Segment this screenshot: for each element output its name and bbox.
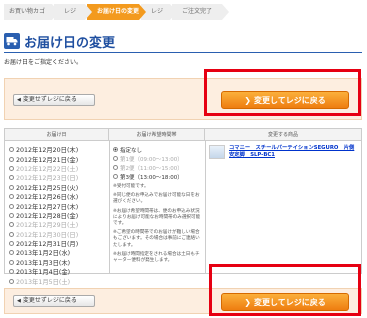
table-header: お届け日 お届け希望時間帯 変更する商品 bbox=[5, 129, 361, 141]
date-label: 2012年12月26日(水) bbox=[16, 194, 79, 202]
column-divider bbox=[109, 141, 110, 273]
date-option: 2012年12月22日(土) bbox=[9, 164, 109, 173]
date-radio[interactable] bbox=[9, 259, 14, 265]
date-option: 2012年12月30日(日) bbox=[9, 230, 109, 239]
chevron-left-icon: ◀ bbox=[17, 97, 21, 103]
date-option-list: 2012年12月20日(木) 2012年12月21日(金) 2012年12月22日(… bbox=[9, 145, 109, 286]
breadcrumb-delivery-date-current: お届け日の変更 bbox=[87, 4, 146, 20]
page-header: お届け日の変更 bbox=[4, 32, 116, 51]
date-label: 2012年12月28日(金) bbox=[16, 212, 79, 220]
date-option: 2012年12月23日(日) bbox=[9, 173, 109, 182]
date-label: 2012年12月25日(火) bbox=[16, 184, 79, 192]
date-radio[interactable] bbox=[9, 212, 14, 218]
date-radio bbox=[9, 278, 14, 284]
date-radio bbox=[9, 165, 14, 171]
date-option[interactable]: 2012年12月28日(金) bbox=[9, 211, 109, 220]
note-text: ※受付可能です。 bbox=[113, 184, 149, 189]
column-divider bbox=[205, 141, 206, 273]
delivery-notes: ※受付可能です。 ※同じ便のお申込みでお届け可能な日をお選びください。 ※お届け希望… bbox=[113, 184, 203, 267]
date-label: 2013年1月3日(木) bbox=[16, 259, 71, 267]
back-without-change-button[interactable]: ◀ 変更せずレジに戻る bbox=[13, 94, 95, 106]
product-item: コマニー スチールパーテイションSEGURO 片側安定脚 SLP-BC1 bbox=[209, 145, 357, 159]
date-radio[interactable] bbox=[9, 241, 14, 247]
breadcrumb-order-complete: ご注文完了 bbox=[172, 4, 229, 20]
date-option[interactable]: 2012年12月26日(水) bbox=[9, 192, 109, 201]
date-option[interactable]: 2012年12月27日(木) bbox=[9, 201, 109, 211]
note-text: ※お届け希望時間帯は、便のお申込み状況によりお届け可能なお時間帯のみ選択可能です… bbox=[113, 208, 201, 227]
instruction-text: お届け日をご指定ください。 bbox=[4, 59, 83, 66]
date-option[interactable]: 2013年1月2日(水) bbox=[9, 248, 109, 257]
date-option[interactable]: 2013年1月3日(木) bbox=[9, 258, 109, 267]
page-title: お届け日の変更 bbox=[24, 35, 116, 51]
note-text: ※お届け時間指定をされる場合は土日もチャーター便料が発生します。 bbox=[113, 251, 200, 264]
title-divider bbox=[4, 52, 362, 53]
date-option: 2013年1月5日(土) bbox=[9, 276, 109, 286]
date-label: 2013年1月4日(金) bbox=[16, 269, 71, 277]
date-option: 2012年12月29日(土) bbox=[9, 220, 109, 229]
time-slot-radio bbox=[113, 165, 118, 170]
date-label: 2012年12月21日(金) bbox=[16, 156, 79, 164]
note-text: ※同じ便のお申込みでお届け可能な日をお選びください。 bbox=[113, 193, 200, 205]
date-option[interactable]: 2012年12月20日(木) bbox=[9, 145, 109, 154]
highlight-box-bottom bbox=[209, 264, 361, 316]
date-label: 2013年1月2日(水) bbox=[16, 250, 71, 258]
back-button-label: 変更せずレジに戻る bbox=[22, 96, 77, 103]
time-slot-label: 第3便（13:00〜18:00） bbox=[120, 174, 183, 181]
header-time-slot: お届け希望時間帯 bbox=[109, 129, 205, 141]
time-slot-label: 指定なし bbox=[120, 147, 143, 154]
chevron-left-icon: ◀ bbox=[17, 298, 21, 304]
date-radio[interactable] bbox=[9, 203, 14, 209]
time-option-list: 指定なし第1便（09:00〜13:00） 第2便（11:00〜15:00） 第3便（… bbox=[113, 145, 205, 181]
date-option[interactable]: 2012年12月21日(金) bbox=[9, 154, 109, 164]
product-name-link[interactable]: コマニー スチールパーテイションSEGURO 片側安定脚 SLP-BC1 bbox=[229, 145, 357, 159]
date-label: 2012年12月27日(木) bbox=[16, 203, 79, 211]
date-label: 2012年12月30日(日) bbox=[16, 231, 79, 239]
date-radio bbox=[9, 222, 14, 228]
time-slot-radio[interactable] bbox=[113, 147, 118, 152]
header-product: 変更する商品 bbox=[267, 132, 298, 138]
highlight-box-top bbox=[204, 69, 361, 116]
note-text: ※ご希望の時間帯でのお届けが難しい場合もございます。その場合は事前にご連絡いたし… bbox=[113, 230, 200, 248]
date-radio[interactable] bbox=[9, 269, 14, 275]
time-slot-option: 第2便（11:00〜15:00） bbox=[113, 163, 205, 172]
back-button-label: 変更せずレジに戻る bbox=[22, 297, 77, 304]
date-option[interactable]: 2012年12月25日(火) bbox=[9, 183, 109, 192]
date-label: 2013年1月5日(土) bbox=[16, 278, 71, 286]
date-radio[interactable] bbox=[9, 250, 14, 256]
time-slot-label: 第1便（09:00〜13:00） bbox=[120, 156, 183, 163]
date-option[interactable]: 2012年12月31日(月) bbox=[9, 239, 109, 248]
date-label: 2012年12月29日(土) bbox=[16, 222, 79, 230]
date-radio[interactable] bbox=[9, 147, 14, 153]
date-label: 2012年12月23日(日) bbox=[16, 175, 79, 183]
time-slot-radio bbox=[113, 156, 118, 161]
back-without-change-button[interactable]: ◀ 変更せずレジに戻る bbox=[13, 295, 95, 307]
time-slot-option: 第1便（09:00〜13:00） bbox=[113, 154, 205, 163]
time-slot-option[interactable]: 指定なし bbox=[113, 145, 205, 154]
breadcrumb-cart: お買い物カゴ bbox=[4, 4, 59, 20]
time-slot-radio[interactable] bbox=[113, 174, 118, 179]
date-label: 2012年12月20日(木) bbox=[16, 147, 79, 155]
date-radio bbox=[9, 175, 14, 181]
time-slot-option[interactable]: 第3便（13:00〜18:00） bbox=[113, 172, 205, 181]
product-thumbnail[interactable] bbox=[209, 145, 225, 159]
date-radio[interactable] bbox=[9, 184, 14, 190]
delivery-table: お届け日 お届け希望時間帯 変更する商品 2012年12月20日(木) 2012年… bbox=[4, 128, 362, 286]
date-label: 2012年12月22日(土) bbox=[16, 165, 79, 173]
date-radio bbox=[9, 231, 14, 237]
time-slot-label: 第2便（11:00〜15:00） bbox=[120, 165, 183, 172]
date-radio[interactable] bbox=[9, 156, 14, 162]
date-option[interactable]: 2013年1月4日(金) bbox=[9, 267, 109, 276]
date-label: 2012年12月31日(月) bbox=[16, 241, 79, 249]
date-radio[interactable] bbox=[9, 194, 14, 200]
truck-icon bbox=[4, 33, 20, 49]
header-delivery-date: お届け日 bbox=[5, 129, 109, 141]
breadcrumb: お買い物カゴ レジ お届け日の変更 レジ ご注文完了 bbox=[4, 4, 229, 20]
